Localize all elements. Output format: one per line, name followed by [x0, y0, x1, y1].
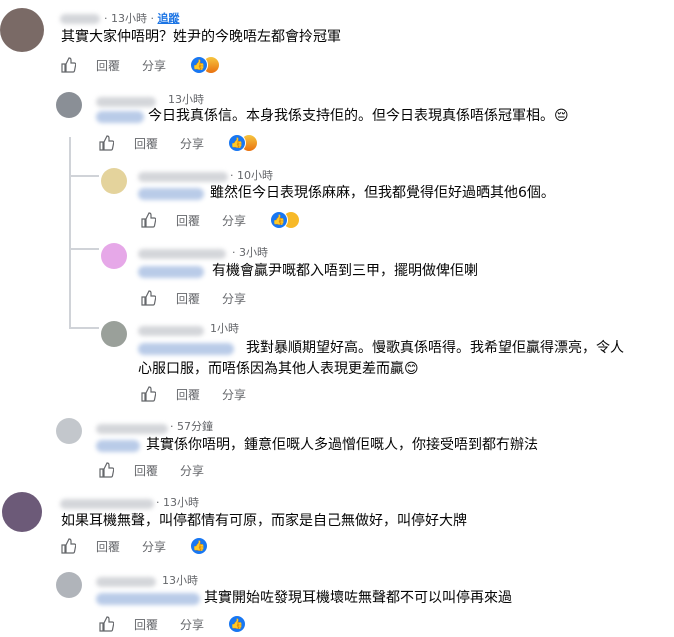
- comment-actions: 回覆 分享: [140, 384, 268, 404]
- tagged-user[interactable]: [138, 266, 204, 278]
- like-reaction-icon: 👍: [190, 56, 209, 74]
- follow-link[interactable]: 追蹤: [157, 12, 179, 25]
- comment-time: · 13小時 ·: [104, 12, 154, 25]
- like-icon[interactable]: [140, 386, 156, 402]
- share-button[interactable]: 分享: [142, 57, 166, 74]
- share-button[interactable]: 分享: [222, 290, 246, 307]
- like-icon[interactable]: [98, 135, 114, 151]
- share-button[interactable]: 分享: [222, 386, 246, 403]
- share-button[interactable]: 分享: [180, 135, 204, 152]
- reactions[interactable]: 👍: [190, 56, 221, 74]
- like-icon[interactable]: [60, 57, 76, 73]
- commenter-name[interactable]: [96, 577, 156, 587]
- thread-line: [69, 175, 99, 177]
- avatar[interactable]: [56, 572, 82, 598]
- share-button[interactable]: 分享: [180, 462, 204, 479]
- reply-button[interactable]: 回覆: [176, 212, 200, 229]
- like-icon[interactable]: [98, 462, 114, 478]
- comment-actions: 回覆 分享 👍: [98, 133, 259, 153]
- thread-line: [69, 137, 71, 329]
- comment-actions: 回覆 分享: [140, 288, 268, 308]
- commenter-name[interactable]: [60, 499, 154, 509]
- like-reaction-icon: 👍: [228, 134, 247, 152]
- commenter-name[interactable]: [96, 97, 156, 107]
- reply-button[interactable]: 回覆: [176, 386, 200, 403]
- like-reaction-icon: 👍: [228, 615, 247, 633]
- share-button[interactable]: 分享: [222, 212, 246, 229]
- reply-button[interactable]: 回覆: [96, 538, 120, 555]
- reactions[interactable]: 👍: [190, 537, 209, 555]
- reactions[interactable]: 👍: [228, 134, 259, 152]
- comment-actions: 回覆 分享 👍: [98, 614, 247, 634]
- thread-line: [69, 327, 99, 329]
- comment-text: 有機會贏尹嘅都入唔到三甲，擺明做俾佢喇: [212, 263, 478, 279]
- reply-button[interactable]: 回覆: [96, 57, 120, 74]
- avatar[interactable]: [101, 243, 127, 269]
- avatar[interactable]: [2, 492, 42, 532]
- reply-button[interactable]: 回覆: [134, 135, 158, 152]
- commenter-name[interactable]: [138, 172, 228, 182]
- comment-time: 13小時: [162, 574, 198, 587]
- comment-actions: 回覆 分享 👍: [60, 536, 209, 556]
- commenter-name[interactable]: [60, 14, 100, 24]
- comment-text-line-2: 心服口服，而唔係因為其他人表現更差而贏😊: [138, 361, 419, 377]
- like-icon[interactable]: [140, 290, 156, 306]
- like-icon[interactable]: [140, 212, 156, 228]
- avatar[interactable]: [101, 321, 127, 347]
- comment-actions: 回覆 分享 👍: [140, 210, 301, 230]
- reply-button[interactable]: 回覆: [134, 616, 158, 633]
- comment-actions: 回覆 分享: [98, 460, 226, 480]
- thread-line: [69, 248, 99, 250]
- like-reaction-icon: 👍: [270, 211, 289, 229]
- comment-actions: 回覆 分享 👍: [60, 55, 221, 75]
- commenter-name[interactable]: [138, 249, 226, 259]
- comment-text: 其實係你唔明，鍾意佢嘅人多過憎佢嘅人，你接受唔到都冇辦法: [146, 437, 538, 453]
- comment-time: 1小時: [210, 322, 239, 335]
- comment-time: · 13小時: [156, 496, 199, 509]
- tagged-user[interactable]: [138, 343, 234, 355]
- tagged-user[interactable]: [96, 593, 200, 605]
- reactions[interactable]: 👍: [228, 615, 247, 633]
- commenter-name[interactable]: [138, 326, 204, 336]
- tagged-user[interactable]: [138, 188, 204, 200]
- tagged-user[interactable]: [96, 111, 144, 123]
- comment-meta: · 13小時 · 追蹤: [104, 12, 179, 26]
- avatar[interactable]: [0, 8, 44, 52]
- like-icon[interactable]: [98, 616, 114, 632]
- avatar[interactable]: [56, 418, 82, 444]
- like-icon[interactable]: [60, 538, 76, 554]
- reply-button[interactable]: 回覆: [176, 290, 200, 307]
- comment-text: 雖然佢今日表現係麻麻，但我都覺得佢好過晒其他6個。: [210, 185, 555, 201]
- avatar[interactable]: [101, 168, 127, 194]
- comment-time: · 3小時: [232, 246, 268, 259]
- comment-text: 今日我真係信。本身我係支持佢的。但今日表現真係唔係冠軍相。😔: [148, 108, 569, 124]
- share-button[interactable]: 分享: [142, 538, 166, 555]
- share-button[interactable]: 分享: [180, 616, 204, 633]
- comment-time: · 10小時: [230, 169, 273, 182]
- commenter-name[interactable]: [96, 424, 168, 434]
- avatar[interactable]: [56, 92, 82, 118]
- tagged-user[interactable]: [96, 440, 140, 452]
- comment-text: 其實大家仲唔明？姓尹的今晚唔左都會拎冠軍: [61, 29, 341, 45]
- comment-time: · 57分鐘: [170, 420, 213, 433]
- comment-text-line-1: 我對暴順期望好高。慢歌真係唔得。我希望佢贏得漂亮，令人: [246, 340, 624, 356]
- reactions[interactable]: 👍: [270, 211, 301, 229]
- like-reaction-icon: 👍: [190, 537, 209, 555]
- comment-text: 如果耳機無聲，叫停都情有可原，而家是自己無做好，叫停好大牌: [61, 513, 467, 529]
- comment-text: 其實開始咗發現耳機壞咗無聲都不可以叫停再來過: [204, 590, 512, 606]
- reply-button[interactable]: 回覆: [134, 462, 158, 479]
- comment-time: 13小時: [168, 93, 204, 106]
